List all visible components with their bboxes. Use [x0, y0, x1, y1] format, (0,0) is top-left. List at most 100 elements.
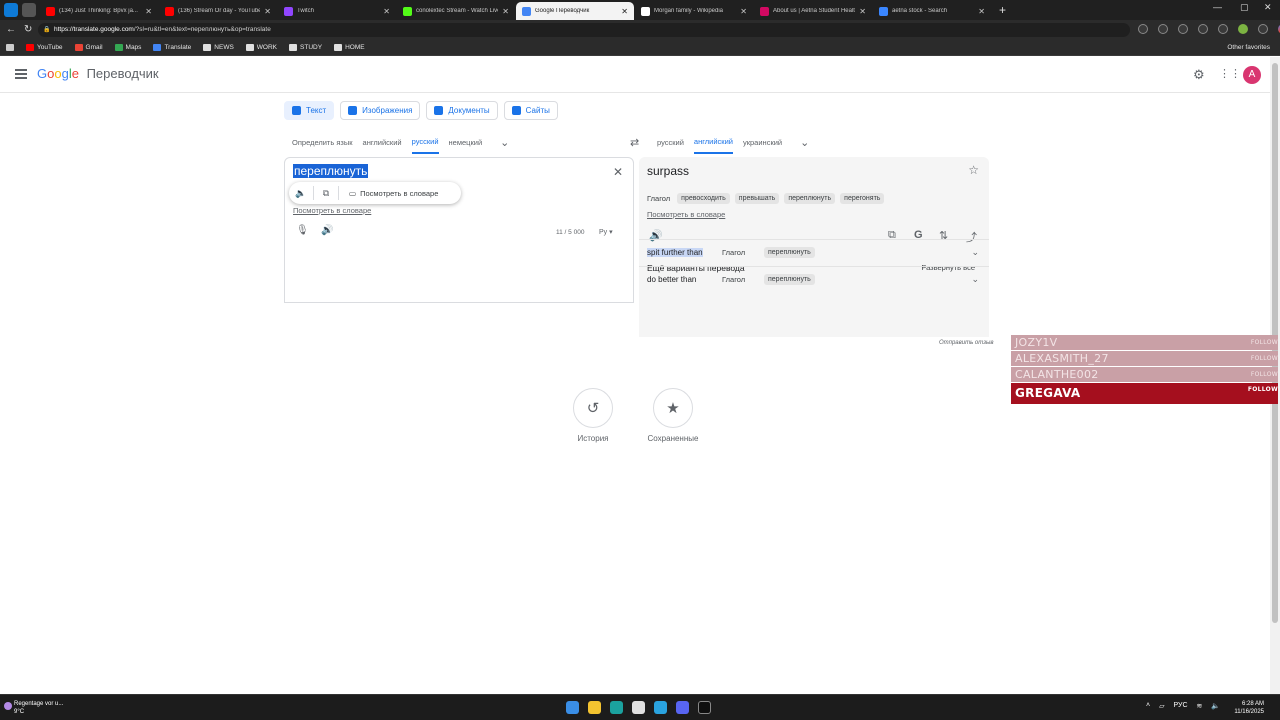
browser-tab[interactable]: conolextec Stream - Watch Live o... ✕ — [397, 2, 515, 20]
google-translate-logo[interactable]: Google Переводчик — [37, 66, 159, 81]
alternative-chip[interactable]: переплюнуть — [764, 274, 815, 285]
chevron-down-icon[interactable]: ⌄ — [971, 247, 979, 258]
close-tab-icon[interactable]: ✕ — [145, 7, 152, 16]
bookmark-item[interactable]: YouTube — [26, 44, 63, 51]
browser-tab[interactable]: Google Переводчик ✕ — [516, 2, 634, 20]
input-language[interactable]: РУС — [1173, 702, 1187, 710]
history-button[interactable]: ↺ История — [563, 388, 623, 443]
save-star-icon[interactable]: ☆ — [968, 163, 979, 177]
extension-icon[interactable] — [1178, 24, 1188, 34]
source-speaker-icon[interactable]: 🔊 — [321, 225, 333, 236]
language-tab[interactable]: Определить язык — [292, 138, 353, 153]
bookmark-item[interactable]: Translate — [153, 44, 191, 51]
close-tab-icon[interactable]: ✕ — [383, 7, 390, 16]
discord-icon[interactable] — [676, 701, 689, 714]
keyboard-selector[interactable]: Ру ▾ — [599, 228, 613, 236]
avatar[interactable]: A — [1243, 66, 1261, 84]
back-icon[interactable]: ← — [6, 24, 16, 35]
close-tab-icon[interactable]: ✕ — [264, 7, 271, 16]
synonym-chip[interactable]: переплюнуть — [784, 193, 836, 204]
edge-icon[interactable] — [610, 701, 623, 714]
apps-grid-icon[interactable]: ⋮⋮ — [1219, 67, 1241, 80]
copy-icon[interactable]: ⧉ — [314, 188, 338, 199]
bookmark-item[interactable]: Gmail — [74, 44, 103, 51]
collections-icon[interactable] — [1218, 24, 1228, 34]
bookmark-item[interactable]: WORK — [245, 44, 277, 51]
mode-tab-3[interactable]: Сайты — [503, 101, 558, 120]
bookmark-item[interactable]: Maps — [114, 44, 141, 51]
extension-icon[interactable] — [1138, 24, 1148, 34]
clear-text-icon[interactable]: ✕ — [613, 165, 623, 179]
window-menu-icon[interactable] — [4, 3, 18, 17]
send-feedback-link[interactable]: Отправить отзыв — [939, 340, 994, 346]
bookmark-item[interactable]: HOME — [334, 44, 365, 51]
close-tab-icon[interactable]: ✕ — [502, 7, 509, 16]
browser-tab[interactable]: Twitch ✕ — [278, 2, 396, 20]
language-tab[interactable]: русский — [411, 137, 439, 154]
browser-tab[interactable]: Morgan family - Wikipedia ✕ — [635, 2, 753, 20]
new-tab-button[interactable]: + — [999, 3, 1006, 17]
network-icon[interactable]: ▱ — [1159, 702, 1164, 710]
terminal-icon[interactable] — [698, 701, 711, 714]
bookmark-item[interactable]: STUDY — [289, 44, 322, 51]
chevron-down-icon[interactable]: ⌄ — [971, 274, 979, 285]
favorites-icon[interactable] — [1198, 24, 1208, 34]
close-window-button[interactable]: ✕ — [1264, 2, 1272, 13]
chevron-down-icon[interactable]: ⌄ — [800, 136, 809, 155]
synonym-chip[interactable]: перегонять — [840, 193, 885, 204]
bookmarks-toggle-icon[interactable] — [6, 44, 14, 51]
maximize-button[interactable]: ▢ — [1240, 2, 1249, 13]
synonym-chip[interactable]: превосходить — [677, 193, 730, 204]
source-dictionary-link[interactable]: Посмотреть в словаре — [293, 206, 371, 215]
alternative-chip[interactable]: переплюнуть — [764, 247, 815, 258]
telegram-icon[interactable] — [654, 701, 667, 714]
language-tab[interactable]: английский — [693, 137, 733, 154]
url-input[interactable]: 🔒 https://translate.google.com/?sl=ru&tl… — [38, 23, 1130, 37]
bookmark-item[interactable]: NEWS — [203, 44, 234, 51]
saved-button[interactable]: ★ Сохраненные — [643, 388, 703, 443]
close-tab-icon[interactable]: ✕ — [740, 7, 747, 16]
target-dictionary-link[interactable]: Посмотреть в словаре — [647, 210, 725, 219]
dictionary-popup-button[interactable]: ▭ Посмотреть в словаре — [339, 189, 438, 198]
more-menu-icon[interactable] — [1258, 24, 1268, 34]
extension-icon[interactable] — [1158, 24, 1168, 34]
clock[interactable]: 6:28 AM 11/16/2025 — [1234, 700, 1264, 716]
browser-tab[interactable]: (136) Stream Or day - YouTube ✕ — [159, 2, 277, 20]
mode-tab-1[interactable]: Изображения — [340, 101, 421, 120]
wifi-icon[interactable]: ≋ — [1197, 702, 1203, 710]
language-tab[interactable]: английский — [363, 138, 402, 153]
browser-tab[interactable]: About us | Aetna Student Health ✕ — [754, 2, 872, 20]
close-tab-icon[interactable]: ✕ — [978, 7, 985, 16]
volume-icon[interactable]: 🔈 — [1211, 702, 1220, 710]
synonym-chip[interactable]: превышать — [734, 193, 780, 204]
settings-gear-icon[interactable]: ⚙ — [1193, 67, 1205, 83]
menu-icon[interactable] — [15, 69, 27, 81]
mode-tab-2[interactable]: Документы — [426, 101, 498, 120]
speaker-icon[interactable]: 🔈 — [289, 188, 313, 199]
mode-tab-0[interactable]: Текст — [284, 101, 335, 120]
swap-languages-icon[interactable]: ⇄ — [630, 136, 639, 149]
chevron-up-icon[interactable]: ˄ — [1146, 702, 1150, 710]
close-tab-icon[interactable]: ✕ — [859, 7, 866, 16]
minimize-button[interactable]: — — [1213, 2, 1222, 12]
file-explorer-icon[interactable] — [588, 701, 601, 714]
microphone-icon[interactable]: 🎙 — [296, 225, 309, 236]
browser-tab[interactable]: (134) Just Thinking: Bpvx ja... ✕ — [40, 2, 158, 20]
close-tab-icon[interactable]: ✕ — [621, 7, 628, 16]
reload-icon[interactable]: ↻ — [24, 24, 32, 35]
chatgpt-icon[interactable] — [632, 701, 645, 714]
language-tab[interactable]: русский — [657, 138, 684, 153]
source-text[interactable]: переплюнуть — [293, 164, 369, 178]
chevron-down-icon[interactable]: ⌄ — [500, 136, 509, 155]
source-text-panel[interactable]: переплюнуть ✕ 🔈 ⧉ ▭ Посмотреть в словаре… — [284, 157, 634, 303]
weather-widget[interactable]: Regentage vor u... 9°C — [4, 700, 63, 716]
browser-tab[interactable]: aetna stock - Search ✕ — [873, 2, 991, 20]
workspaces-icon[interactable] — [22, 3, 36, 17]
start-icon[interactable] — [566, 701, 579, 714]
alternative-translation-row[interactable]: do better than Глагол переплюнуть ⌄ — [639, 266, 989, 292]
other-favorites[interactable]: Other favorites — [1227, 44, 1270, 51]
language-tab[interactable]: немецкий — [449, 138, 483, 153]
language-tab[interactable]: украинский — [743, 138, 782, 153]
profile-icon[interactable] — [1238, 24, 1248, 34]
alternative-translation-row[interactable]: spit further than Глагол переплюнуть ⌄ — [639, 239, 989, 265]
